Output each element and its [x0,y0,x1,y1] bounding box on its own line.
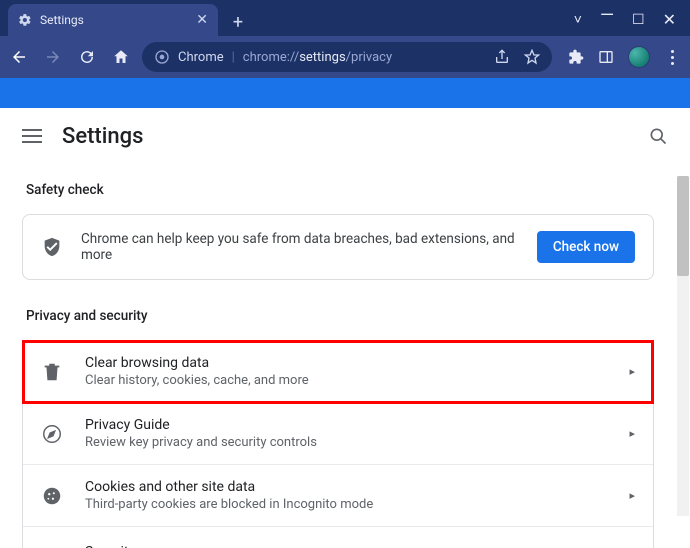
menu-button[interactable] [664,50,680,65]
cookie-icon [41,485,63,507]
minimize-icon[interactable]: — [600,5,614,26]
privacy-list: Clear browsing data Clear history, cooki… [22,340,654,548]
row-clear-browsing-data[interactable]: Clear browsing data Clear history, cooki… [23,341,653,403]
chevron-right-icon: ▸ [629,427,635,440]
address-bar[interactable]: Chrome | chrome://settings/privacy [142,42,552,72]
row-title: Clear browsing data [85,355,309,371]
new-tab-button[interactable]: + [224,8,252,36]
trash-icon [41,361,63,383]
safety-check-card: Chrome can help keep you safe from data … [22,214,654,280]
tab-title: Settings [40,13,84,27]
search-icon[interactable] [648,126,668,146]
row-privacy-guide[interactable]: Privacy Guide Review key privacy and sec… [23,403,653,465]
url-path-main: settings [299,50,345,65]
browser-toolbar: Chrome | chrome://settings/privacy [0,36,690,78]
bookmark-icon[interactable] [524,49,540,65]
scrollbar-thumb[interactable] [677,176,689,276]
safety-check-text: Chrome can help keep you safe from data … [81,231,519,263]
check-now-button[interactable]: Check now [537,231,635,263]
row-sub: Review key privacy and security controls [85,435,317,450]
row-title: Cookies and other site data [85,479,373,495]
chevron-down-icon[interactable]: ˅ [574,11,582,28]
header-blue-area [0,78,690,108]
maximize-icon[interactable]: ☐ [632,12,645,28]
shield-icon [41,236,63,258]
chevron-right-icon: ▸ [629,365,635,378]
close-icon[interactable]: ✕ [663,10,676,29]
home-button[interactable] [112,48,130,66]
window-titlebar: Settings ✕ + ˅ — ☐ ✕ [0,0,690,36]
row-cookies[interactable]: Cookies and other site data Third-party … [23,465,653,527]
chrome-icon [154,49,170,65]
section-safety-check: Safety check [26,182,654,198]
url-path-sub: /privacy [346,50,392,65]
chevron-right-icon: ▸ [629,489,635,502]
url-scheme: chrome:// [243,50,299,65]
omnibox-app-label: Chrome [178,50,224,65]
settings-header: Settings [0,108,690,164]
compass-icon [41,423,63,445]
page-content: Settings Safety check Chrome can help ke… [0,108,690,548]
browser-tab[interactable]: Settings ✕ [8,4,218,36]
share-icon[interactable] [494,49,510,65]
row-sub: Clear history, cookies, cache, and more [85,373,309,388]
separator: | [232,50,235,65]
reload-button[interactable] [78,48,96,66]
forward-button[interactable] [44,48,62,66]
menu-icon[interactable] [22,129,42,143]
extensions-icon[interactable] [568,49,584,65]
back-button[interactable] [10,48,28,66]
row-security[interactable]: Security [23,527,653,548]
gear-icon [18,13,32,27]
row-title: Privacy Guide [85,417,317,433]
profile-avatar[interactable] [628,46,650,68]
tab-close-icon[interactable]: ✕ [196,12,208,28]
row-sub: Third-party cookies are blocked in Incog… [85,497,373,512]
page-title: Settings [62,124,143,149]
window-controls: ˅ — ☐ ✕ [574,9,690,36]
section-privacy: Privacy and security [26,308,654,324]
row-title: Security [85,544,135,548]
side-panel-icon[interactable] [598,49,614,65]
